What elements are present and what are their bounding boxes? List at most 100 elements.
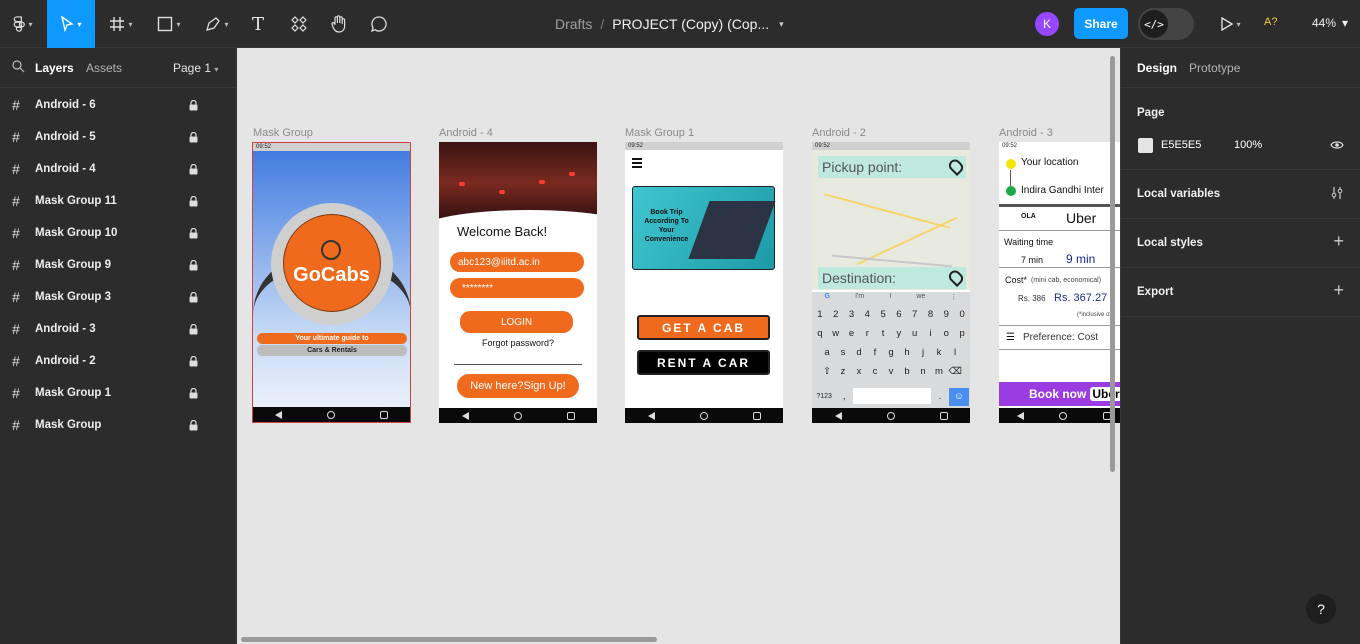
- keyboard-key[interactable]: x: [853, 365, 866, 378]
- layer-row[interactable]: # Mask Group 9: [0, 249, 236, 281]
- page-color-value[interactable]: E5E5E5: [1161, 139, 1201, 151]
- destination-field[interactable]: Destination:: [818, 267, 966, 289]
- keyboard-key[interactable]: u: [908, 327, 921, 340]
- search-icon[interactable]: [12, 60, 25, 73]
- frame-android-2[interactable]: 09:52 Pickup point: Destination: G I'm I…: [812, 142, 970, 423]
- keyboard-key[interactable]: y: [893, 327, 906, 340]
- layer-row[interactable]: # Android - 5: [0, 121, 236, 153]
- layer-row[interactable]: # Mask Group 10: [0, 217, 236, 249]
- keyboard-key[interactable]: 5: [877, 308, 890, 321]
- lock-icon[interactable]: [189, 420, 198, 431]
- keyboard-key[interactable]: w: [829, 327, 842, 340]
- frame-label[interactable]: Android - 2: [812, 127, 866, 139]
- key-comma[interactable]: ,: [838, 388, 851, 402]
- frame-mask-group[interactable]: 09:52 GoCabs Your ultimate guide to Cars…: [252, 142, 411, 423]
- avatar[interactable]: K: [1035, 12, 1059, 36]
- layer-row[interactable]: # Mask Group 1: [0, 377, 236, 409]
- page-selector[interactable]: Page 1 ▾: [173, 61, 218, 75]
- file-title[interactable]: PROJECT (Copy) (Cop...: [612, 16, 769, 32]
- keyboard-key[interactable]: l: [949, 346, 962, 359]
- lock-icon[interactable]: [189, 164, 198, 175]
- comment-tool-button[interactable]: [368, 0, 390, 48]
- keyboard-key[interactable]: c: [869, 365, 882, 378]
- pen-tool-button[interactable]: ▾: [199, 0, 235, 48]
- hand-tool-button[interactable]: [328, 0, 350, 48]
- shift-icon[interactable]: ⇧: [821, 365, 834, 378]
- keyboard-key[interactable]: k: [933, 346, 946, 359]
- keyboard-key[interactable]: 6: [893, 308, 906, 321]
- frame-android-4[interactable]: Welcome Back! abc123@iiitd.ac.in *******…: [439, 142, 597, 423]
- keyboard-key[interactable]: f: [869, 346, 882, 359]
- frame-label[interactable]: Android - 4: [439, 127, 493, 139]
- tab-prototype[interactable]: Prototype: [1189, 61, 1240, 75]
- keyboard-key[interactable]: h: [901, 346, 914, 359]
- text-tool-button[interactable]: T: [248, 0, 268, 48]
- keyboard-key[interactable]: 9: [940, 308, 953, 321]
- dev-mode-toggle[interactable]: </>: [1138, 8, 1194, 40]
- frame-label[interactable]: Mask Group 1: [625, 127, 694, 139]
- suggestion[interactable]: I: [889, 293, 891, 304]
- keyboard-key[interactable]: 4: [861, 308, 874, 321]
- keyboard-key[interactable]: b: [901, 365, 914, 378]
- lock-icon[interactable]: [189, 100, 198, 111]
- keyboard-key[interactable]: n: [917, 365, 930, 378]
- book-now-button[interactable]: Book now Uber: [999, 382, 1120, 406]
- lock-icon[interactable]: [189, 260, 198, 271]
- keyboard-key[interactable]: d: [853, 346, 866, 359]
- keyboard-key[interactable]: m: [933, 365, 946, 378]
- tab-assets[interactable]: Assets: [86, 61, 122, 75]
- forgot-password-link[interactable]: Forgot password?: [439, 338, 597, 348]
- tab-layers[interactable]: Layers: [35, 61, 74, 75]
- lock-icon[interactable]: [189, 324, 198, 335]
- layer-row[interactable]: # Mask Group: [0, 409, 236, 441]
- password-field[interactable]: ********: [450, 278, 584, 298]
- layer-row[interactable]: # Mask Group 3: [0, 281, 236, 313]
- frame-tool-button[interactable]: ▾: [104, 0, 138, 48]
- eye-icon[interactable]: [1330, 140, 1344, 150]
- keyboard-key[interactable]: 1: [814, 308, 827, 321]
- login-button[interactable]: LOGIN: [460, 311, 573, 333]
- keyboard-key[interactable]: e: [845, 327, 858, 340]
- present-button[interactable]: ▾: [1214, 0, 1248, 48]
- keyboard-key[interactable]: o: [940, 327, 953, 340]
- keyboard-key[interactable]: a: [821, 346, 834, 359]
- get-cab-button[interactable]: GET A CAB: [637, 315, 770, 340]
- move-tool-button[interactable]: ▾: [47, 0, 95, 48]
- lock-icon[interactable]: [189, 388, 198, 399]
- key-period[interactable]: .: [934, 388, 947, 402]
- backspace-icon[interactable]: ⌫: [949, 365, 962, 378]
- lock-icon[interactable]: [189, 356, 198, 367]
- keyboard-key[interactable]: j: [917, 346, 930, 359]
- frame-label[interactable]: Mask Group: [253, 127, 313, 139]
- keyboard-key[interactable]: 8: [924, 308, 937, 321]
- keyboard-key[interactable]: 2: [829, 308, 842, 321]
- canvas[interactable]: Mask Group Android - 4 Mask Group 1 Andr…: [237, 48, 1120, 644]
- keyboard-key[interactable]: r: [861, 327, 874, 340]
- frame-mask-group-1[interactable]: 09:52 Book Trip According To Your Conven…: [625, 142, 783, 423]
- accessibility-button[interactable]: A?: [1264, 16, 1277, 28]
- hamburger-menu-icon[interactable]: [632, 158, 642, 170]
- layer-row[interactable]: # Android - 4: [0, 153, 236, 185]
- variables-icon[interactable]: [1330, 186, 1344, 200]
- keyboard-key[interactable]: q: [814, 327, 827, 340]
- tab-design[interactable]: Design: [1137, 61, 1177, 75]
- keyboard-key[interactable]: 3: [845, 308, 858, 321]
- shape-tool-button[interactable]: ▾: [152, 0, 186, 48]
- help-button[interactable]: ?: [1306, 594, 1336, 624]
- keyboard-key[interactable]: s: [837, 346, 850, 359]
- origin-text[interactable]: Your location: [1021, 157, 1078, 168]
- preference-text[interactable]: Preference: Cost: [1023, 332, 1098, 343]
- key-space[interactable]: [853, 388, 931, 404]
- layer-row[interactable]: # Android - 3: [0, 313, 236, 345]
- zoom-level[interactable]: 44% ▾: [1312, 16, 1348, 30]
- resources-button[interactable]: [289, 0, 309, 48]
- keyboard-key[interactable]: g: [885, 346, 898, 359]
- keyboard-key[interactable]: 7: [908, 308, 921, 321]
- rent-car-button[interactable]: RENT A CAR: [637, 350, 770, 375]
- keyboard-key[interactable]: t: [877, 327, 890, 340]
- layer-row[interactable]: # Android - 2: [0, 345, 236, 377]
- lock-icon[interactable]: [189, 196, 198, 207]
- share-button[interactable]: Share: [1074, 8, 1128, 39]
- destination-text[interactable]: Indira Gandhi Inter: [1021, 185, 1104, 196]
- email-field[interactable]: abc123@iiitd.ac.in: [450, 252, 584, 272]
